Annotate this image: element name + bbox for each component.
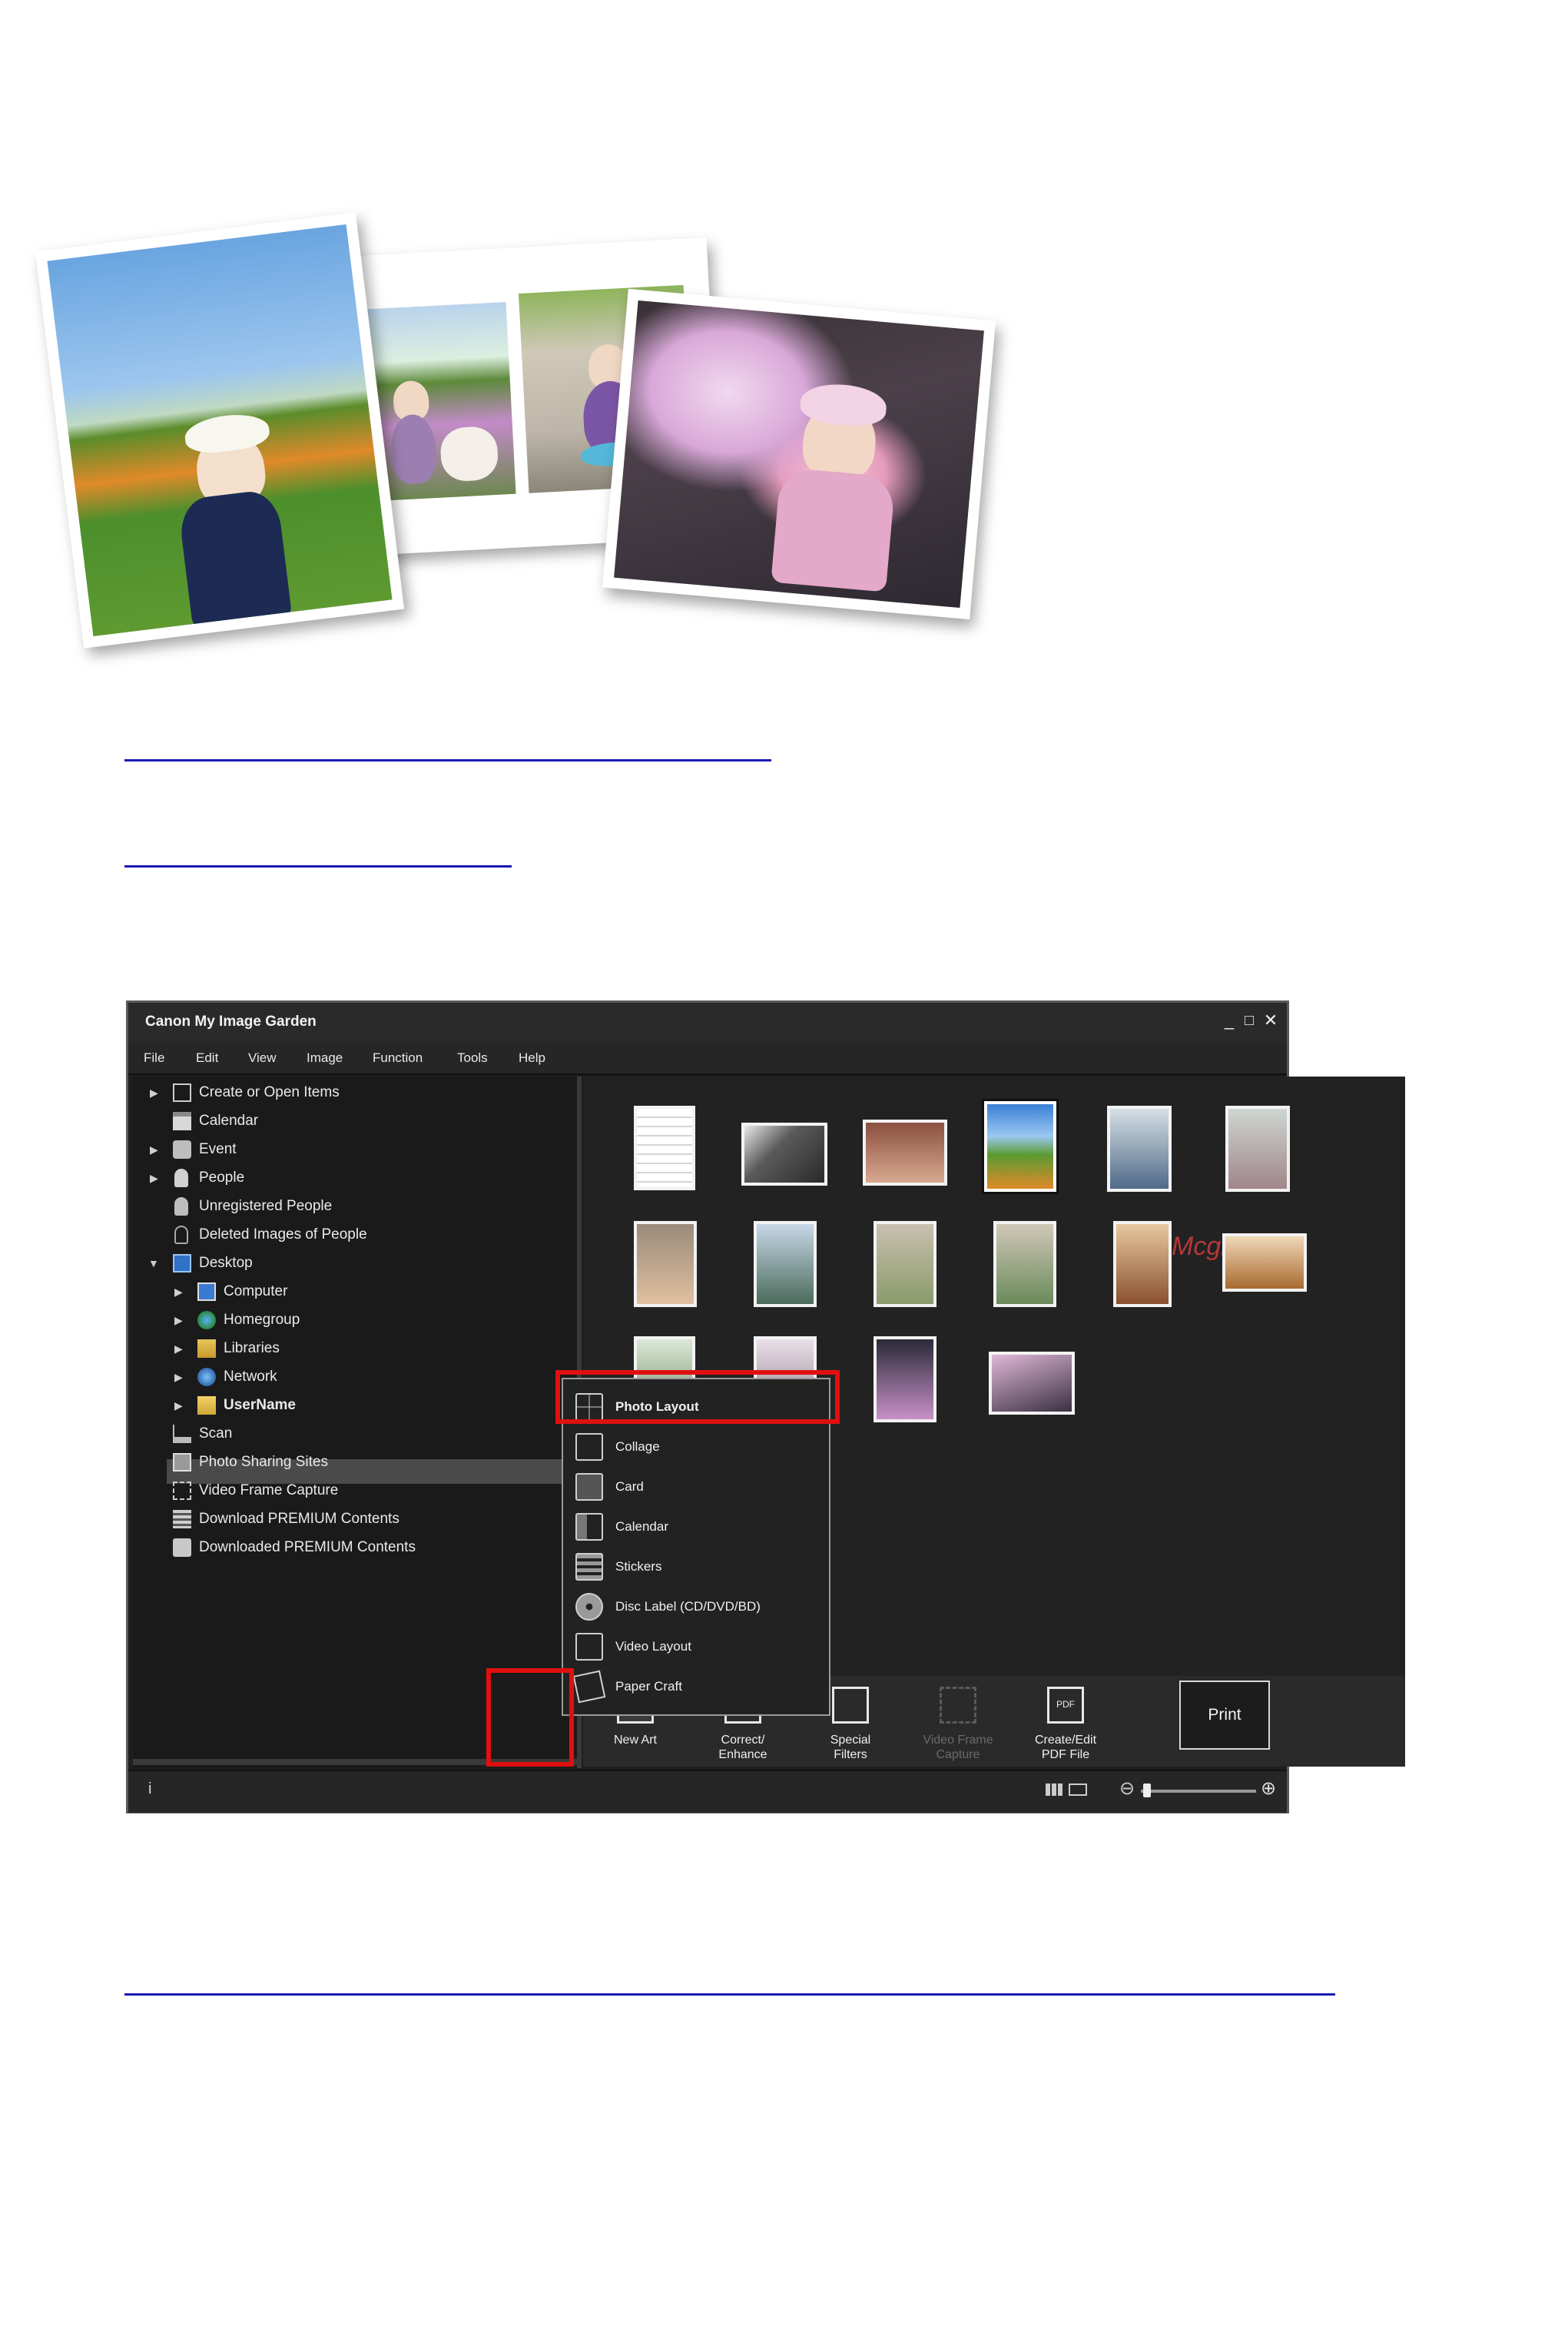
thumbnail-photo-selected[interactable] <box>982 1099 1059 1194</box>
deleted-people-icon <box>174 1226 188 1244</box>
thumbnail-photo[interactable] <box>993 1221 1056 1307</box>
sidebar-tree: ▶ Create or Open Items Calendar ▶ Event … <box>133 1077 582 1768</box>
video-layout-icon <box>575 1633 603 1661</box>
user-folder-icon <box>197 1396 216 1415</box>
thumbnail-document[interactable] <box>634 1106 695 1190</box>
video-frame-capture-button[interactable]: Video Frame Capture <box>912 1676 1004 1767</box>
paper-craft-icon <box>572 1670 606 1704</box>
menu-function[interactable]: Function <box>373 1050 423 1066</box>
create-icon <box>173 1083 191 1102</box>
thumbnail-photo[interactable] <box>874 1221 936 1307</box>
event-icon <box>173 1140 191 1159</box>
stickers-icon <box>575 1553 603 1581</box>
thumbnail-photo[interactable] <box>1225 1106 1290 1192</box>
thumbnail-photo[interactable] <box>863 1120 947 1186</box>
zoom-slider-thumb[interactable] <box>1143 1783 1151 1797</box>
special-filters-icon <box>832 1687 869 1724</box>
minimize-icon[interactable]: _ <box>1219 1010 1239 1030</box>
download-icon <box>173 1510 191 1528</box>
link-underline-3[interactable] <box>124 1993 1335 1996</box>
highlight-photo-layout <box>555 1370 840 1424</box>
disc-icon <box>575 1593 603 1621</box>
menu-item-calendar[interactable]: Calendar <box>563 1507 829 1547</box>
thumbnail-photo[interactable] <box>1222 1233 1307 1292</box>
menu-view[interactable]: View <box>248 1050 277 1066</box>
unregistered-people-icon <box>174 1197 188 1216</box>
menu-tools[interactable]: Tools <box>457 1050 488 1066</box>
thumbnail-video[interactable] <box>741 1123 827 1186</box>
thumbnail-photo[interactable] <box>1107 1106 1172 1192</box>
new-art-popup-menu: Photo Layout Collage Card Calendar Stick… <box>562 1378 830 1716</box>
status-bar: i ⊖ ⊕ <box>128 1770 1287 1813</box>
print-button[interactable]: Print <box>1179 1681 1270 1750</box>
menu-bar: File Edit View Image Function Tools Help <box>128 1043 1287 1075</box>
video-capture-icon <box>173 1482 191 1500</box>
thumbnail-photo[interactable] <box>1113 1221 1172 1307</box>
homegroup-icon <box>197 1311 216 1329</box>
app-title: Canon My Image Garden <box>145 1014 317 1030</box>
menu-item-video-layout[interactable]: Video Layout <box>563 1627 829 1667</box>
zoom-in-icon[interactable]: ⊕ <box>1261 1777 1276 1800</box>
video-frame-capture-icon <box>940 1687 976 1724</box>
photo-girl-with-umbrella <box>602 288 996 620</box>
menu-item-disc-label[interactable]: Disc Label (CD/DVD/BD) <box>563 1587 829 1627</box>
info-icon[interactable]: i <box>148 1780 151 1798</box>
computer-icon <box>197 1282 216 1301</box>
grid-view-icon[interactable] <box>1046 1783 1064 1796</box>
photo-girl-in-meadow <box>35 212 405 649</box>
menu-edit[interactable]: Edit <box>196 1050 218 1066</box>
title-bar: Canon My Image Garden _ □ ✕ <box>128 1003 1287 1044</box>
libraries-icon <box>197 1339 216 1358</box>
menu-item-paper-craft[interactable]: Paper Craft <box>563 1667 829 1707</box>
menu-help[interactable]: Help <box>519 1050 545 1066</box>
thumbnail-photo[interactable] <box>989 1352 1075 1415</box>
people-icon <box>174 1169 188 1187</box>
card-icon <box>575 1473 603 1501</box>
single-view-icon[interactable] <box>1069 1783 1087 1796</box>
thumbnail-photo[interactable] <box>874 1336 936 1422</box>
downloaded-folder-icon <box>173 1538 191 1557</box>
close-icon[interactable]: ✕ <box>1261 1010 1281 1030</box>
maximize-icon[interactable]: □ <box>1239 1010 1259 1030</box>
scan-icon <box>173 1425 191 1443</box>
thumbnail-photo[interactable] <box>634 1221 697 1307</box>
pdf-file-icon: PDF <box>1047 1687 1084 1724</box>
zoom-slider[interactable] <box>1141 1790 1256 1793</box>
calendar-icon <box>173 1112 191 1130</box>
link-underline-2[interactable] <box>124 865 512 868</box>
highlight-new-art <box>486 1668 574 1767</box>
menu-image[interactable]: Image <box>307 1050 343 1066</box>
menu-file[interactable]: File <box>144 1050 164 1066</box>
collage-icon <box>575 1433 603 1461</box>
photo-sharing-icon <box>173 1453 191 1472</box>
menu-item-card[interactable]: Card <box>563 1467 829 1507</box>
desktop-icon <box>173 1254 191 1272</box>
create-edit-pdf-button[interactable]: PDF Create/Edit PDF File <box>1019 1676 1112 1767</box>
thumbnail-photo[interactable] <box>754 1221 817 1307</box>
network-icon <box>197 1368 216 1386</box>
menu-item-collage[interactable]: Collage <box>563 1427 829 1467</box>
link-underline-1[interactable] <box>124 759 771 762</box>
menu-item-stickers[interactable]: Stickers <box>563 1547 829 1587</box>
app-window: Canon My Image Garden _ □ ✕ File Edit Vi… <box>126 1000 1405 1813</box>
calendar-layout-icon <box>575 1513 603 1541</box>
zoom-out-icon[interactable]: ⊖ <box>1119 1777 1135 1800</box>
